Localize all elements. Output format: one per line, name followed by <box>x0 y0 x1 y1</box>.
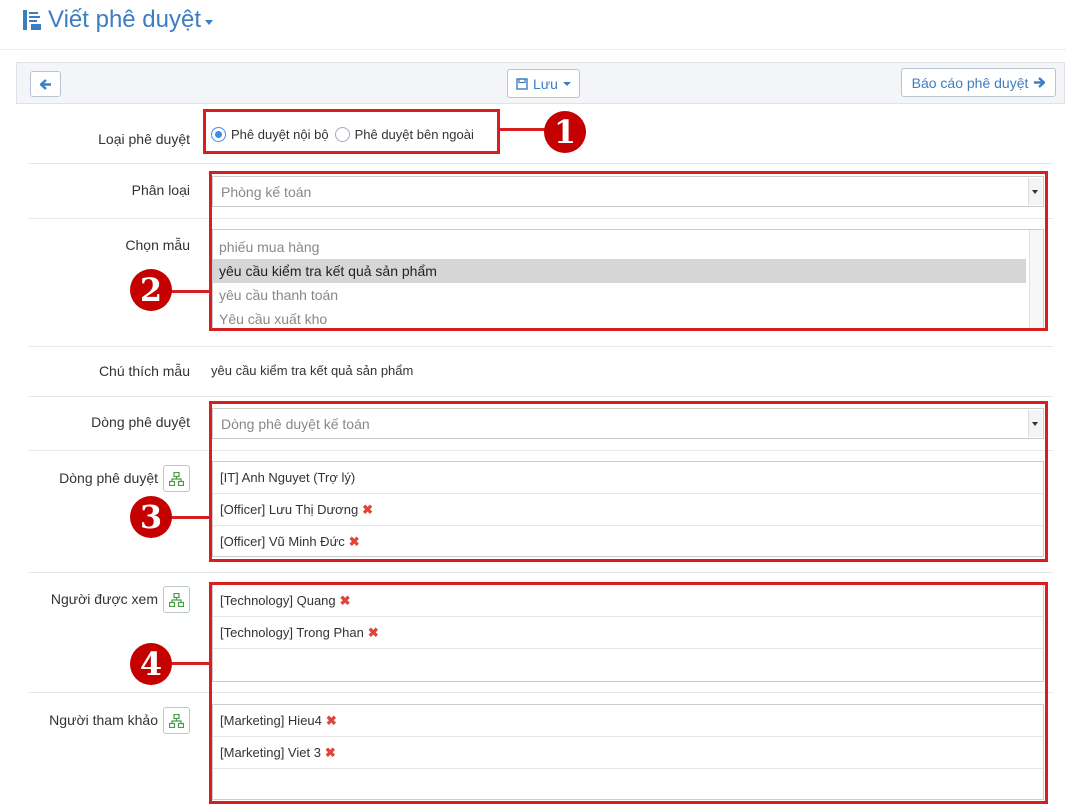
divider <box>28 396 1053 397</box>
category-label: Phân loại <box>131 182 190 198</box>
approval-flow-label: Dòng phê duyệt <box>91 414 190 430</box>
org-chart-icon <box>169 592 184 607</box>
annotation-badge-3: 3 <box>130 496 172 538</box>
approval-report-button[interactable]: Báo cáo phê duyệt <box>901 68 1056 97</box>
divider <box>28 572 1053 573</box>
annotation-box-2 <box>209 171 1048 331</box>
template-note-label: Chú thích mẫu <box>98 363 190 379</box>
arrow-left-icon <box>39 78 51 90</box>
annotation-badge-2: 2 <box>130 269 172 311</box>
template-note-value: yêu cầu kiểm tra kết quả sản phẩm <box>211 363 414 378</box>
annotation-badge-4: 4 <box>130 643 172 685</box>
annotation-connector-4 <box>170 662 210 665</box>
approval-type-label: Loại phê duyệt <box>98 131 190 147</box>
page-title[interactable]: Viết phê duyệt <box>22 6 214 34</box>
document-icon <box>23 10 41 30</box>
org-chart-icon <box>169 713 184 728</box>
references-label: Người tham khảo <box>49 712 158 728</box>
template-label: Chọn mẫu <box>125 237 190 253</box>
references-picker-button[interactable] <box>163 707 190 734</box>
page-title-text: Viết phê duyệt <box>48 6 202 33</box>
approvers-picker-button[interactable] <box>163 465 190 492</box>
annotation-box-3 <box>209 401 1048 562</box>
annotation-box-1 <box>203 109 500 154</box>
save-label: Lưu <box>533 75 558 92</box>
toolbar: Lưu Báo cáo phê duyệt <box>16 62 1065 104</box>
save-button[interactable]: Lưu <box>507 69 580 98</box>
annotation-connector-1 <box>500 128 546 131</box>
back-button[interactable] <box>30 71 61 97</box>
annotation-box-4 <box>209 582 1048 804</box>
viewers-picker-button[interactable] <box>163 586 190 613</box>
chevron-down-icon <box>205 19 214 25</box>
org-chart-icon <box>169 471 184 486</box>
arrow-right-icon <box>1034 77 1046 88</box>
viewers-label: Người được xem <box>50 591 158 607</box>
chevron-down-icon <box>562 81 571 86</box>
annotation-badge-1: 1 <box>544 111 586 153</box>
approvers-label: Dòng phê duyệt <box>59 470 158 486</box>
report-label: Báo cáo phê duyệt <box>911 74 1029 91</box>
divider <box>28 163 1053 164</box>
annotation-connector-2 <box>170 290 210 293</box>
divider <box>28 346 1053 347</box>
annotation-connector-3 <box>170 516 210 519</box>
save-icon <box>516 77 528 90</box>
